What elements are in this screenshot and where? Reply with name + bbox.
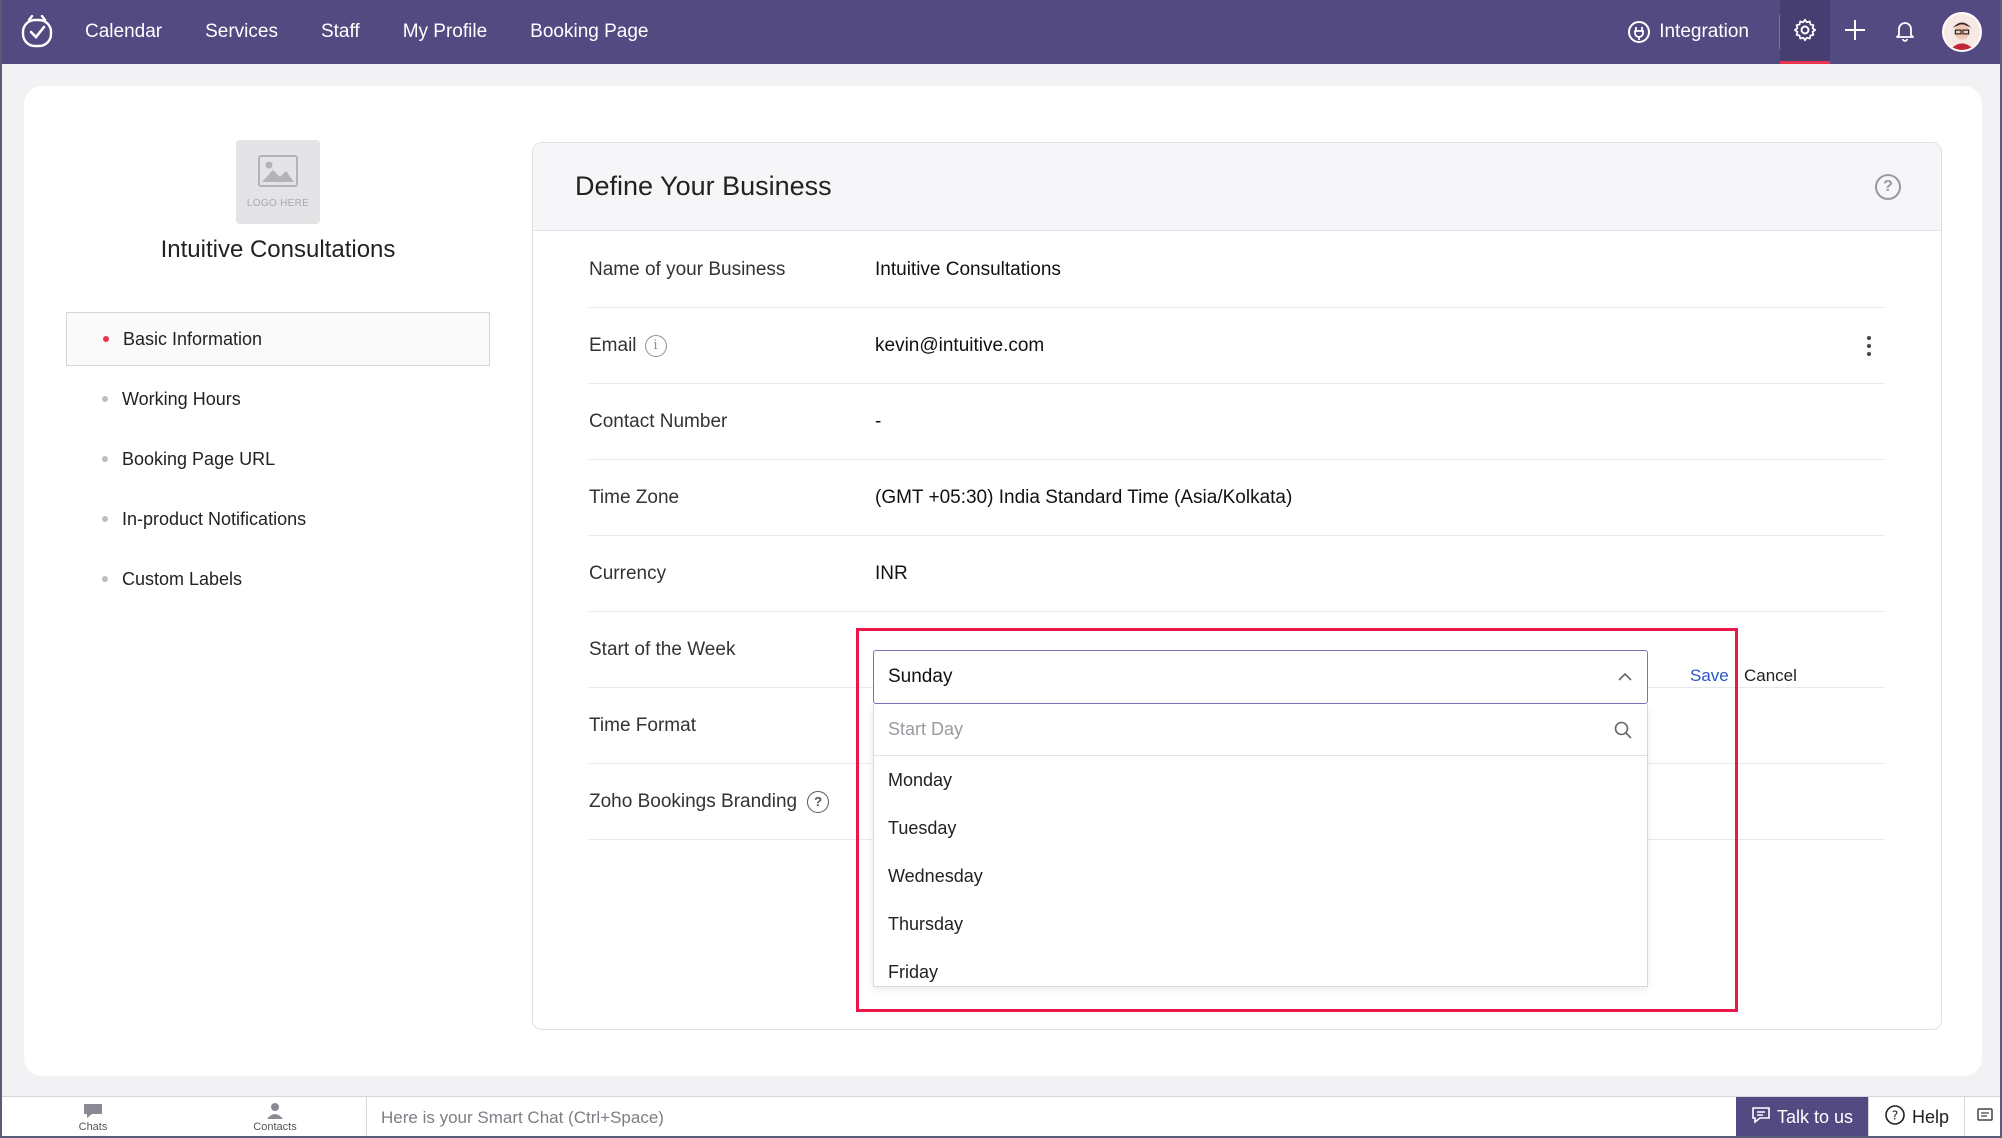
field-label: Currency	[589, 562, 667, 584]
image-icon	[258, 155, 298, 192]
dropdown-option-monday[interactable]: Monday	[874, 756, 1647, 804]
field-value[interactable]: Intuitive Consultations	[875, 259, 1885, 281]
feedback-button[interactable]	[1964, 1097, 2000, 1136]
save-button[interactable]: Save	[1690, 666, 1729, 686]
nav-calendar[interactable]: Calendar	[85, 21, 162, 43]
plus-icon	[1843, 18, 1867, 47]
start-of-week-select[interactable]: Sunday	[873, 650, 1648, 704]
integration-label: Integration	[1659, 21, 1749, 42]
settings-button[interactable]	[1780, 0, 1830, 64]
talk-to-us-button[interactable]: Talk to us	[1736, 1097, 1868, 1136]
add-button[interactable]	[1830, 0, 1880, 64]
chats-tab[interactable]: Chats	[2, 1097, 184, 1136]
field-label: Start of the Week	[589, 638, 736, 660]
field-row-business-name: Name of your Business Intuitive Consulta…	[589, 232, 1885, 308]
business-logo-placeholder[interactable]: LOGO HERE	[236, 140, 320, 224]
nav-services[interactable]: Services	[205, 21, 278, 43]
panel-header: Define Your Business ?	[533, 143, 1941, 231]
plug-icon	[1627, 20, 1651, 44]
field-row-contact-number: Contact Number -	[589, 384, 1885, 460]
help-label: Help	[1911, 1107, 1950, 1127]
user-avatar[interactable]	[1942, 12, 1982, 52]
field-label: Contact Number	[589, 410, 728, 432]
dot-icon	[102, 576, 108, 582]
chevron-up-icon	[1617, 672, 1633, 682]
help-question-icon[interactable]: ?	[1875, 173, 1901, 200]
dropdown-option-tuesday[interactable]: Tuesday	[874, 804, 1647, 852]
app-logo-icon[interactable]	[19, 14, 55, 50]
field-value[interactable]: INR	[875, 563, 1885, 585]
sidebar-item-label: In-product Notifications	[122, 508, 307, 529]
bottom-chat-bar: Chats Contacts Here is your Smart Chat (…	[2, 1096, 2000, 1136]
cancel-button[interactable]: Cancel	[1744, 666, 1797, 686]
sidebar-item-booking-page-url[interactable]: Booking Page URL	[66, 432, 490, 486]
business-name-heading: Intuitive Consultations	[160, 236, 396, 263]
sidebar-item-label: Working Hours	[122, 388, 241, 409]
dropdown-search	[874, 704, 1647, 756]
contact-person-icon	[265, 1102, 285, 1120]
panel-title: Define Your Business	[575, 171, 832, 201]
sidebar-item-basic-information[interactable]: Basic Information	[66, 312, 490, 366]
field-label: Name of your Business	[589, 258, 786, 280]
settings-side-menu: Basic Information Working Hours Booking …	[66, 312, 490, 612]
dot-icon	[102, 516, 108, 522]
start-of-week-dropdown: Monday Tuesday Wednesday Thursday Friday	[873, 704, 1648, 987]
sidebar-item-in-product-notifications[interactable]: In-product Notifications	[66, 492, 490, 546]
help-button[interactable]: ? Help	[1868, 1097, 1964, 1136]
active-dot-icon	[103, 336, 109, 342]
field-row-currency: Currency INR	[589, 536, 1885, 612]
field-label: Time Zone	[589, 486, 680, 508]
contacts-tab[interactable]: Contacts	[184, 1097, 366, 1136]
field-row-time-zone: Time Zone (GMT +05:30) India Standard Ti…	[589, 460, 1885, 536]
integration-button[interactable]: Integration	[1627, 20, 1749, 44]
dropdown-option-wednesday[interactable]: Wednesday	[874, 852, 1647, 900]
help-question-icon[interactable]: ?	[807, 790, 830, 813]
info-icon[interactable]: i	[644, 334, 667, 357]
notifications-button[interactable]	[1880, 0, 1930, 64]
field-label: Email i	[589, 334, 875, 357]
field-label: Time Format	[589, 714, 696, 736]
start-day-search-input[interactable]	[888, 719, 1613, 740]
chat-bubble-icon	[82, 1102, 104, 1120]
top-navigation: Calendar Services Staff My Profile Booki…	[2, 0, 2000, 64]
dot-icon	[102, 396, 108, 402]
help-circle-icon: ?	[1884, 1104, 1906, 1131]
talk-to-us-label: Talk to us	[1776, 1107, 1854, 1127]
nav-staff[interactable]: Staff	[321, 21, 360, 43]
field-value[interactable]: (GMT +05:30) India Standard Time (Asia/K…	[875, 487, 1885, 509]
sidebar-item-label: Booking Page URL	[122, 448, 276, 469]
more-options-icon[interactable]	[1867, 336, 1871, 356]
field-row-email: Email i kevin@intuitive.com	[589, 308, 1885, 384]
field-label: Zoho Bookings Branding ?	[589, 790, 875, 813]
sidebar-item-label: Custom Labels	[122, 568, 243, 589]
field-value[interactable]: kevin@intuitive.com	[875, 335, 1885, 357]
sidebar-item-working-hours[interactable]: Working Hours	[66, 372, 490, 426]
sidebar-item-label: Basic Information	[123, 328, 263, 349]
logo-placeholder-text: LOGO HERE	[246, 198, 310, 209]
chats-label: Chats	[78, 1121, 108, 1133]
gear-icon	[1792, 17, 1818, 48]
select-selected-value: Sunday	[888, 666, 953, 687]
dropdown-option-thursday[interactable]: Thursday	[874, 900, 1647, 948]
nav-booking-page[interactable]: Booking Page	[530, 21, 648, 43]
svg-text:?: ?	[1892, 1109, 1898, 1123]
chat-icon	[1751, 1106, 1771, 1129]
feedback-icon	[1976, 1106, 1994, 1129]
contacts-label: Contacts	[253, 1121, 297, 1133]
search-icon	[1613, 720, 1633, 740]
field-value[interactable]: -	[875, 411, 1885, 433]
smart-chat-input[interactable]: Here is your Smart Chat (Ctrl+Space)	[366, 1097, 1736, 1136]
nav-my-profile[interactable]: My Profile	[403, 21, 487, 43]
bell-icon	[1893, 18, 1917, 47]
sidebar-item-custom-labels[interactable]: Custom Labels	[66, 552, 490, 606]
app-window: Calendar Services Staff My Profile Booki…	[0, 0, 2002, 1138]
dot-icon	[102, 456, 108, 462]
dropdown-option-friday[interactable]: Friday	[874, 948, 1647, 986]
